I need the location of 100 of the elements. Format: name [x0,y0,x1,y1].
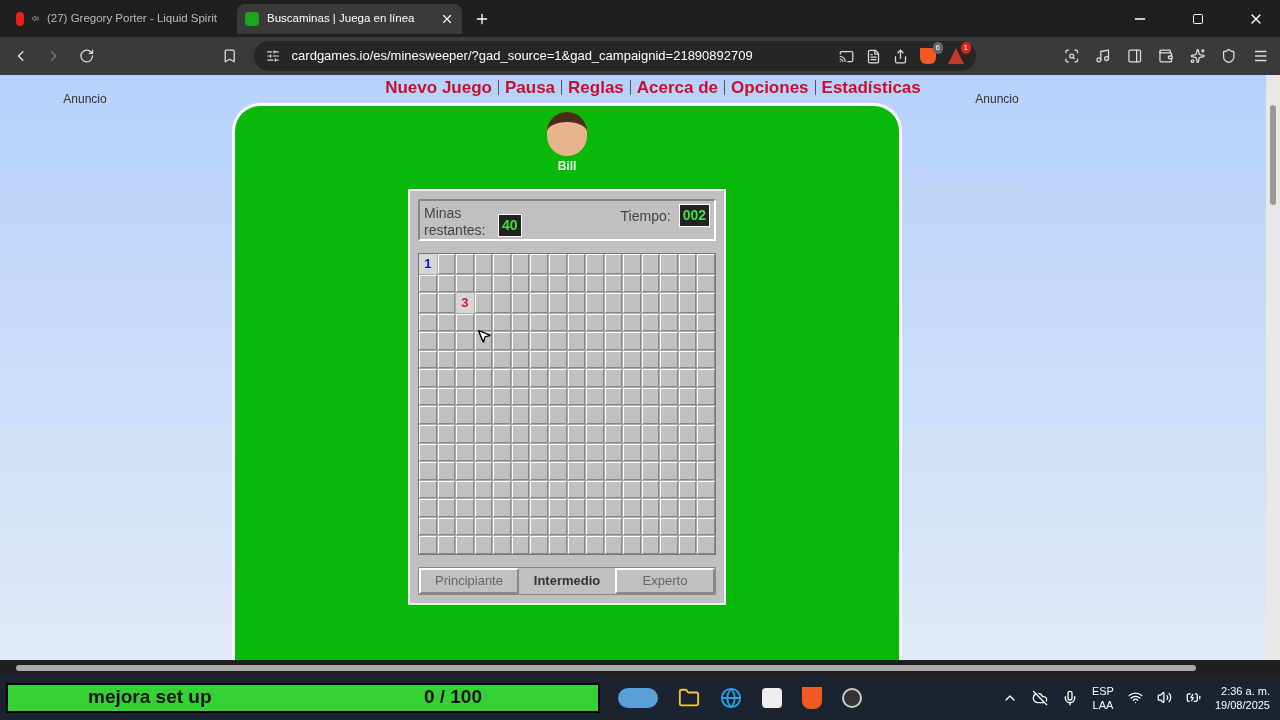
board-cell[interactable] [641,499,660,517]
board-cell[interactable] [456,369,474,387]
browser-tab[interactable]: Buscaminas | Juega en línea [237,3,462,34]
board-cell[interactable] [567,499,586,517]
board-cell[interactable] [586,254,604,274]
board-cell[interactable] [641,274,660,293]
board-cell[interactable] [567,406,586,424]
board-cell[interactable] [678,293,697,313]
board-cell[interactable] [678,274,697,293]
board-cell[interactable] [548,293,567,313]
board-cell[interactable] [493,536,511,554]
board-cell[interactable] [530,443,548,462]
board-cell[interactable] [511,254,530,274]
board-cell[interactable] [660,274,678,293]
board-cell[interactable] [604,274,623,293]
board-cell[interactable] [586,313,604,332]
board-cell[interactable] [604,369,623,387]
board-cell[interactable] [604,480,623,499]
board-cell[interactable] [678,254,697,274]
board-cell[interactable] [586,462,604,480]
board-cell[interactable] [493,387,511,406]
board-cell[interactable] [697,425,715,443]
board-cell[interactable] [530,462,548,480]
board-cell[interactable] [586,350,604,369]
site-settings-icon[interactable] [265,49,280,63]
board-cell[interactable] [493,406,511,424]
board-cell[interactable] [548,350,567,369]
board-cell[interactable] [419,406,437,424]
board-cell[interactable] [548,536,567,554]
board-cell[interactable] [641,350,660,369]
board-cell[interactable] [567,462,586,480]
board-cell[interactable] [419,425,437,443]
board-cell[interactable] [530,387,548,406]
board-cell[interactable] [474,536,493,554]
board-cell[interactable] [697,254,715,274]
board-cell[interactable] [623,369,641,387]
board-cell[interactable] [567,369,586,387]
board-cell[interactable] [697,313,715,332]
board-cell[interactable] [604,293,623,313]
board-cell[interactable] [678,332,697,350]
board-cell[interactable] [548,443,567,462]
board-cell[interactable] [567,254,586,274]
board-cell[interactable] [530,499,548,517]
board-cell[interactable] [493,369,511,387]
board-cell[interactable] [623,462,641,480]
sidebar-icon[interactable] [1126,48,1143,64]
board-cell[interactable] [530,293,548,313]
board-cell[interactable] [586,425,604,443]
board-cell[interactable] [530,350,548,369]
board-cell[interactable] [548,313,567,332]
board-cell[interactable] [567,443,586,462]
board-cell[interactable] [437,480,456,499]
board-cell[interactable] [548,406,567,424]
board-cell[interactable] [660,480,678,499]
board-cell[interactable] [604,332,623,350]
board-cell[interactable] [456,350,474,369]
board-cell[interactable] [623,499,641,517]
nav-link[interactable]: Reglas [568,75,624,101]
board-cell[interactable] [623,254,641,274]
board-cell[interactable] [641,293,660,313]
board-cell[interactable] [604,536,623,554]
board-cell[interactable] [567,313,586,332]
board-cell[interactable] [548,480,567,499]
board-cell[interactable] [567,274,586,293]
board-cell[interactable] [660,462,678,480]
menu-icon[interactable] [1252,48,1269,64]
board-cell[interactable] [567,332,586,350]
board-cell[interactable] [493,332,511,350]
board-cell[interactable] [474,369,493,387]
board-cell[interactable] [437,425,456,443]
board-cell[interactable] [567,536,586,554]
board-cell[interactable] [437,499,456,517]
board-cell[interactable] [437,406,456,424]
board-cell[interactable] [419,274,437,293]
board-cell[interactable] [530,517,548,536]
board-cell[interactable] [697,293,715,313]
board-cell[interactable] [567,425,586,443]
board-cell[interactable] [456,536,474,554]
board-cell[interactable] [623,293,641,313]
board-cell[interactable] [641,462,660,480]
board-cell[interactable] [604,313,623,332]
board-cell[interactable] [678,406,697,424]
board-cell[interactable] [567,480,586,499]
board-cell[interactable] [660,499,678,517]
board-cell[interactable] [604,350,623,369]
board-cell[interactable] [567,387,586,406]
board-cell[interactable] [623,480,641,499]
board-cell[interactable] [660,350,678,369]
board-cell[interactable] [604,443,623,462]
board-cell[interactable] [697,443,715,462]
board-cell[interactable] [493,425,511,443]
board-cell[interactable] [437,293,456,313]
board-cell[interactable] [419,480,437,499]
board-cell[interactable] [660,293,678,313]
board-cell[interactable] [604,387,623,406]
board-cell[interactable] [604,425,623,443]
board-cell[interactable] [419,462,437,480]
board-cell[interactable] [530,313,548,332]
board-cell[interactable] [548,499,567,517]
board-cell[interactable] [623,350,641,369]
